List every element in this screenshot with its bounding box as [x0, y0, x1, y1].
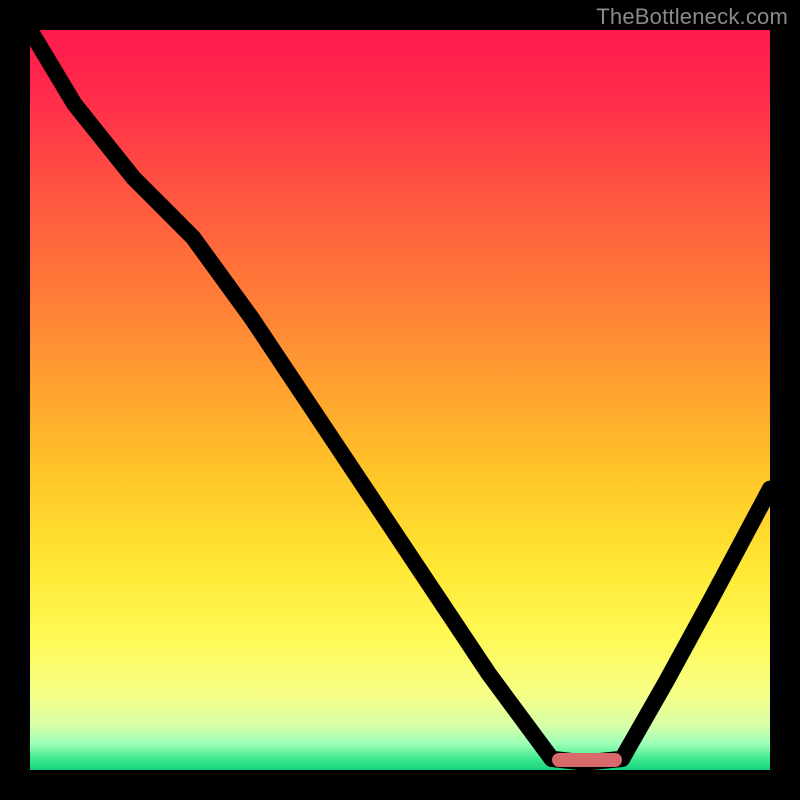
minimum-marker: [552, 753, 622, 767]
bottleneck-curve: [30, 30, 770, 763]
curve-layer: [30, 30, 770, 770]
plot-area: [30, 30, 770, 770]
watermark-text: TheBottleneck.com: [596, 4, 788, 30]
chart-frame: TheBottleneck.com: [0, 0, 800, 800]
